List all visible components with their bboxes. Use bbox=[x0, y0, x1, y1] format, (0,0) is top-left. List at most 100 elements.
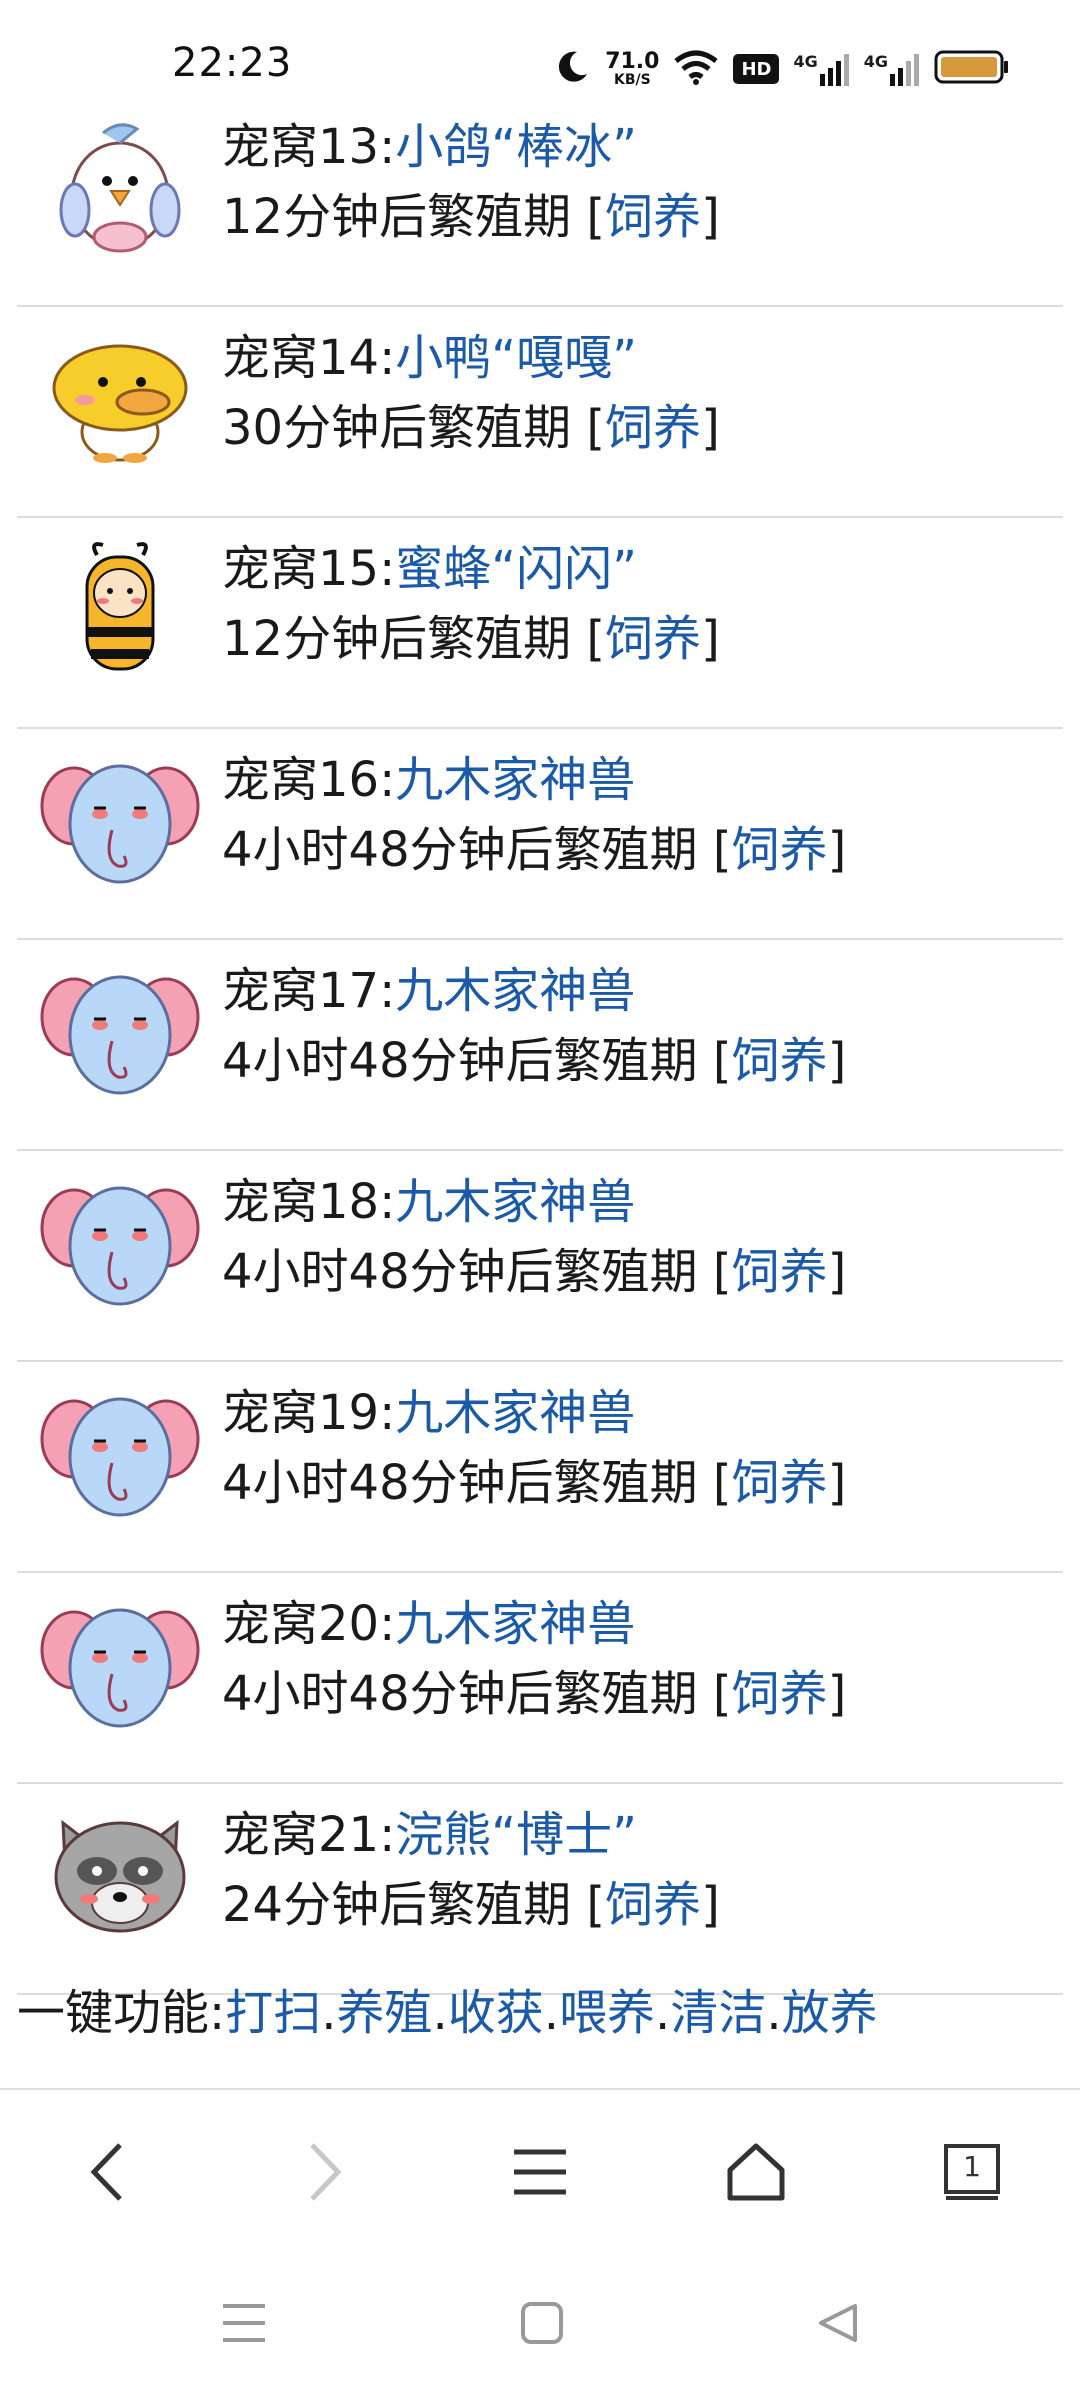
quick-action-release[interactable]: 放养 bbox=[782, 1985, 878, 2041]
forward-button[interactable] bbox=[264, 2122, 384, 2222]
feed-link[interactable]: 饲养 bbox=[605, 611, 701, 667]
feed-link[interactable]: 饲养 bbox=[732, 1244, 828, 1300]
pet-info: 宠窝21:浣熊“博士” 24分钟后繁殖期 [饲养] bbox=[222, 1800, 720, 1940]
feed-link[interactable]: 饲养 bbox=[605, 189, 701, 245]
list-item: 宠窝21:浣熊“博士” 24分钟后繁殖期 [饲养] bbox=[0, 1784, 1080, 1995]
quick-actions: 一键功能:打扫.养殖.收获.喂养.清洁.放养 bbox=[17, 1985, 878, 2041]
feed-link[interactable]: 饲养 bbox=[732, 1455, 828, 1511]
pet-title-line: 宠窝18:九木家神兽 bbox=[222, 1174, 636, 1230]
system-nav-bar bbox=[0, 2270, 1080, 2380]
pet-timer-line: 30分钟后繁殖期 [饲养] bbox=[222, 400, 720, 456]
pet-info: 宠窝19:九木家神兽 4小时48分钟后繁殖期 [饲养] bbox=[222, 1378, 846, 1518]
pet-info: 宠窝18:九木家神兽 4小时48分钟后繁殖期 [饲养] bbox=[222, 1167, 846, 1307]
pet-timer-line: 12分钟后繁殖期 [饲养] bbox=[222, 611, 720, 667]
pet-title-line: 宠窝20:九木家神兽 bbox=[222, 1596, 636, 1652]
list-item: 宠窝18:九木家神兽 4小时48分钟后繁殖期 [饲养] bbox=[0, 1151, 1080, 1362]
network-speed: 71.0 KB/S bbox=[605, 49, 660, 88]
toolbar-divider bbox=[0, 2088, 1080, 2090]
home-icon bbox=[727, 2143, 785, 2201]
home-button[interactable] bbox=[696, 2122, 816, 2222]
wifi-icon bbox=[673, 48, 719, 90]
pet-title-line: 宠窝15:蜜蜂“闪闪” bbox=[222, 541, 638, 597]
pet-timer-line: 4小时48分钟后繁殖期 [饲养] bbox=[222, 822, 847, 878]
pet-name-link[interactable]: 九木家神兽 bbox=[395, 1596, 635, 1652]
quick-action-breed[interactable]: 养殖 bbox=[336, 1985, 432, 2041]
back-button[interactable] bbox=[48, 2122, 168, 2222]
quick-action-harvest[interactable]: 收获 bbox=[448, 1985, 544, 2041]
browser-toolbar: 1 bbox=[0, 2092, 1080, 2252]
recent-apps-icon bbox=[223, 2304, 265, 2342]
status-icons: 71.0 KB/S HD 4G 4G bbox=[553, 44, 1010, 94]
tabs-count: 1 bbox=[963, 2150, 981, 2183]
list-item: 宠窝19:九木家神兽 4小时48分钟后繁殖期 [饲养] bbox=[0, 1362, 1080, 1573]
pet-title-line: 宠窝13:小鸽“棒冰” bbox=[222, 119, 638, 175]
pet-info: 宠窝17:九木家神兽 4小时48分钟后繁殖期 [饲养] bbox=[222, 956, 846, 1096]
square-icon bbox=[521, 2302, 563, 2344]
feed-link[interactable]: 饲养 bbox=[732, 1033, 828, 1089]
pet-timer-line: 4小时48分钟后繁殖期 [饲养] bbox=[222, 1666, 847, 1722]
bee-icon bbox=[40, 532, 200, 682]
pet-name-link[interactable]: 蜜蜂“闪闪” bbox=[395, 541, 637, 597]
quick-action-clean[interactable]: 清洁 bbox=[670, 1985, 766, 2041]
pet-name-link[interactable]: 小鸭“嘎嘎” bbox=[395, 330, 637, 386]
pet-info: 宠窝13:小鸽“棒冰” 12分钟后繁殖期 [饲养] bbox=[222, 112, 720, 252]
pet-title-line: 宠窝19:九木家神兽 bbox=[222, 1385, 636, 1441]
signal-icon-2: 4G bbox=[864, 52, 920, 86]
quick-actions-label: 一键功能: bbox=[17, 1985, 226, 2041]
menu-icon bbox=[514, 2149, 566, 2195]
list-item: 宠窝20:九木家神兽 4小时48分钟后繁殖期 [饲养] bbox=[0, 1573, 1080, 1784]
list-item: 宠窝14:小鸭“嘎嘎” 30分钟后繁殖期 [饲养] bbox=[0, 307, 1080, 518]
pet-name-link[interactable]: 九木家神兽 bbox=[395, 963, 635, 1019]
elephant-icon bbox=[40, 1165, 200, 1315]
pet-timer-line: 4小时48分钟后繁殖期 [饲养] bbox=[222, 1455, 847, 1511]
pet-name-link[interactable]: 九木家神兽 bbox=[395, 1174, 635, 1230]
system-back-button[interactable] bbox=[815, 2300, 861, 2350]
pet-timer-line: 12分钟后繁殖期 [饲养] bbox=[222, 189, 720, 245]
elephant-icon bbox=[40, 1587, 200, 1737]
list-item: 宠窝13:小鸽“棒冰” 12分钟后繁殖期 [饲养] bbox=[0, 96, 1080, 307]
pet-title-line: 宠窝14:小鸭“嘎嘎” bbox=[222, 330, 638, 386]
list-item: 宠窝17:九木家神兽 4小时48分钟后繁殖期 [饲养] bbox=[0, 940, 1080, 1151]
pigeon-icon bbox=[40, 110, 200, 260]
back-icon bbox=[90, 2143, 122, 2201]
tabs-button[interactable]: 1 bbox=[912, 2122, 1032, 2222]
feed-link[interactable]: 饲养 bbox=[732, 822, 828, 878]
menu-button[interactable] bbox=[480, 2122, 600, 2222]
hd-icon: HD bbox=[733, 54, 780, 84]
quick-action-feed[interactable]: 喂养 bbox=[559, 1985, 655, 2041]
pet-timer-line: 4小时48分钟后繁殖期 [饲养] bbox=[222, 1033, 847, 1089]
forward-icon bbox=[310, 2143, 342, 2201]
pet-info: 宠窝16:九木家神兽 4小时48分钟后繁殖期 [饲养] bbox=[222, 745, 846, 885]
duck-icon bbox=[40, 321, 200, 471]
list-item: 宠窝16:九木家神兽 4小时48分钟后繁殖期 [饲养] bbox=[0, 729, 1080, 940]
pet-info: 宠窝20:九木家神兽 4小时48分钟后繁殖期 [饲养] bbox=[222, 1589, 846, 1729]
pet-timer-line: 24分钟后繁殖期 [饲养] bbox=[222, 1877, 720, 1933]
moon-icon bbox=[553, 48, 591, 90]
list-item: 宠窝15:蜜蜂“闪闪” 12分钟后繁殖期 [饲养] bbox=[0, 518, 1080, 729]
pet-title-line: 宠窝16:九木家神兽 bbox=[222, 752, 636, 808]
raccoon-icon bbox=[40, 1798, 200, 1948]
feed-link[interactable]: 饲养 bbox=[732, 1666, 828, 1722]
pet-timer-line: 4小时48分钟后繁殖期 [饲养] bbox=[222, 1244, 847, 1300]
pet-title-line: 宠窝21:浣熊“博士” bbox=[222, 1807, 638, 1863]
status-time: 22:23 bbox=[172, 40, 293, 86]
pet-info: 宠窝15:蜜蜂“闪闪” 12分钟后繁殖期 [饲养] bbox=[222, 534, 720, 674]
pet-name-link[interactable]: 小鸽“棒冰” bbox=[395, 119, 637, 175]
feed-link[interactable]: 饲养 bbox=[605, 400, 701, 456]
recent-apps-button[interactable] bbox=[219, 2300, 269, 2350]
pet-name-link[interactable]: 九木家神兽 bbox=[395, 752, 635, 808]
signal-icon-1: 4G bbox=[793, 52, 849, 86]
pet-info: 宠窝14:小鸭“嘎嘎” 30分钟后繁殖期 [饲养] bbox=[222, 323, 720, 463]
elephant-icon bbox=[40, 743, 200, 893]
pet-list: 宠窝13:小鸽“棒冰” 12分钟后繁殖期 [饲养] 宠窝14:小鸭“嘎嘎” 30… bbox=[0, 96, 1080, 1995]
elephant-icon bbox=[40, 1376, 200, 1526]
system-home-button[interactable] bbox=[519, 2300, 565, 2350]
battery-icon bbox=[934, 49, 1010, 89]
pet-name-link[interactable]: 九木家神兽 bbox=[395, 1385, 635, 1441]
triangle-back-icon bbox=[819, 2304, 857, 2342]
elephant-icon bbox=[40, 954, 200, 1104]
pet-name-link[interactable]: 浣熊“博士” bbox=[395, 1807, 637, 1863]
pet-title-line: 宠窝17:九木家神兽 bbox=[222, 963, 636, 1019]
quick-action-sweep[interactable]: 打扫 bbox=[225, 1985, 321, 2041]
feed-link[interactable]: 饲养 bbox=[605, 1877, 701, 1933]
